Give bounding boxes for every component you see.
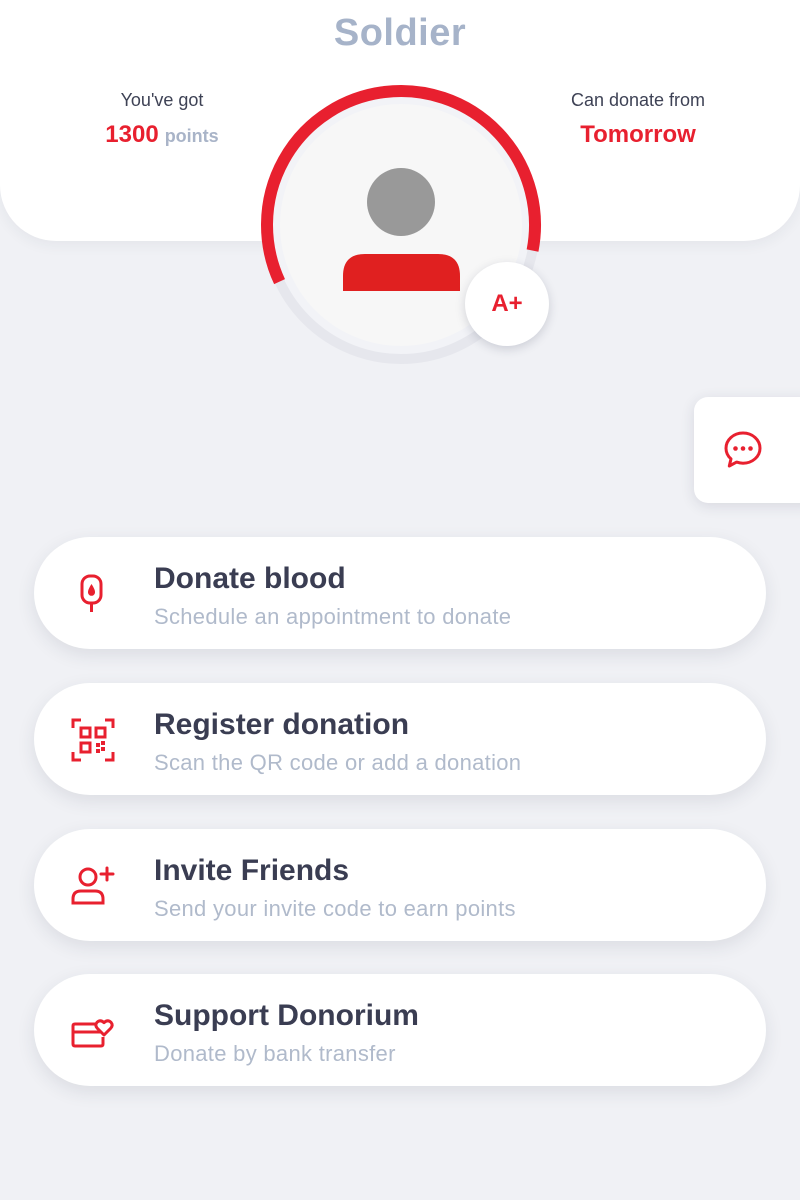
points-value: 1300: [105, 121, 159, 148]
blood-drip-icon: [80, 574, 103, 612]
add-user-icon: [71, 866, 115, 905]
points-stat: You've got 1300 points: [62, 88, 262, 153]
next-donation-stat: Can donate from Tomorrow: [530, 88, 746, 153]
next-donation-label: Can donate from: [570, 90, 706, 110]
invite-friends-button[interactable]: Invite Friends Send your invite code to …: [34, 829, 766, 941]
register-donation-subtitle: Scan the QR code or add a donation: [154, 750, 522, 775]
points-label: You've got: [120, 90, 204, 110]
support-donorium-button[interactable]: Support Donorium Donate by bank transfer: [34, 974, 766, 1086]
support-donorium-subtitle: Donate by bank transfer: [154, 1041, 396, 1066]
donate-blood-title: Donate blood: [154, 562, 346, 595]
invite-friends-subtitle: Send your invite code to earn points: [154, 896, 516, 921]
register-donation-button[interactable]: Register donation Scan the QR code or ad…: [34, 683, 766, 795]
support-donorium-title: Support Donorium: [154, 999, 419, 1032]
card-heart-icon: [71, 1019, 114, 1048]
chat-button[interactable]: [694, 397, 800, 503]
rank-title: Soldier: [333, 12, 467, 54]
register-donation-title: Register donation: [154, 708, 410, 741]
next-donation-value: Tomorrow: [580, 121, 696, 148]
qr-code-icon: [71, 718, 115, 762]
blood-type-badge: A+: [465, 262, 549, 346]
invite-friends-title: Invite Friends: [154, 854, 350, 887]
next-donation-value-row: Tomorrow: [530, 120, 746, 153]
chat-bubble-icon: [724, 431, 762, 468]
points-value-row: 1300 points: [62, 120, 262, 153]
points-unit: points: [164, 126, 219, 146]
donate-blood-button[interactable]: Donate blood Schedule an appointment to …: [34, 537, 766, 649]
donate-blood-subtitle: Schedule an appointment to donate: [154, 604, 512, 629]
